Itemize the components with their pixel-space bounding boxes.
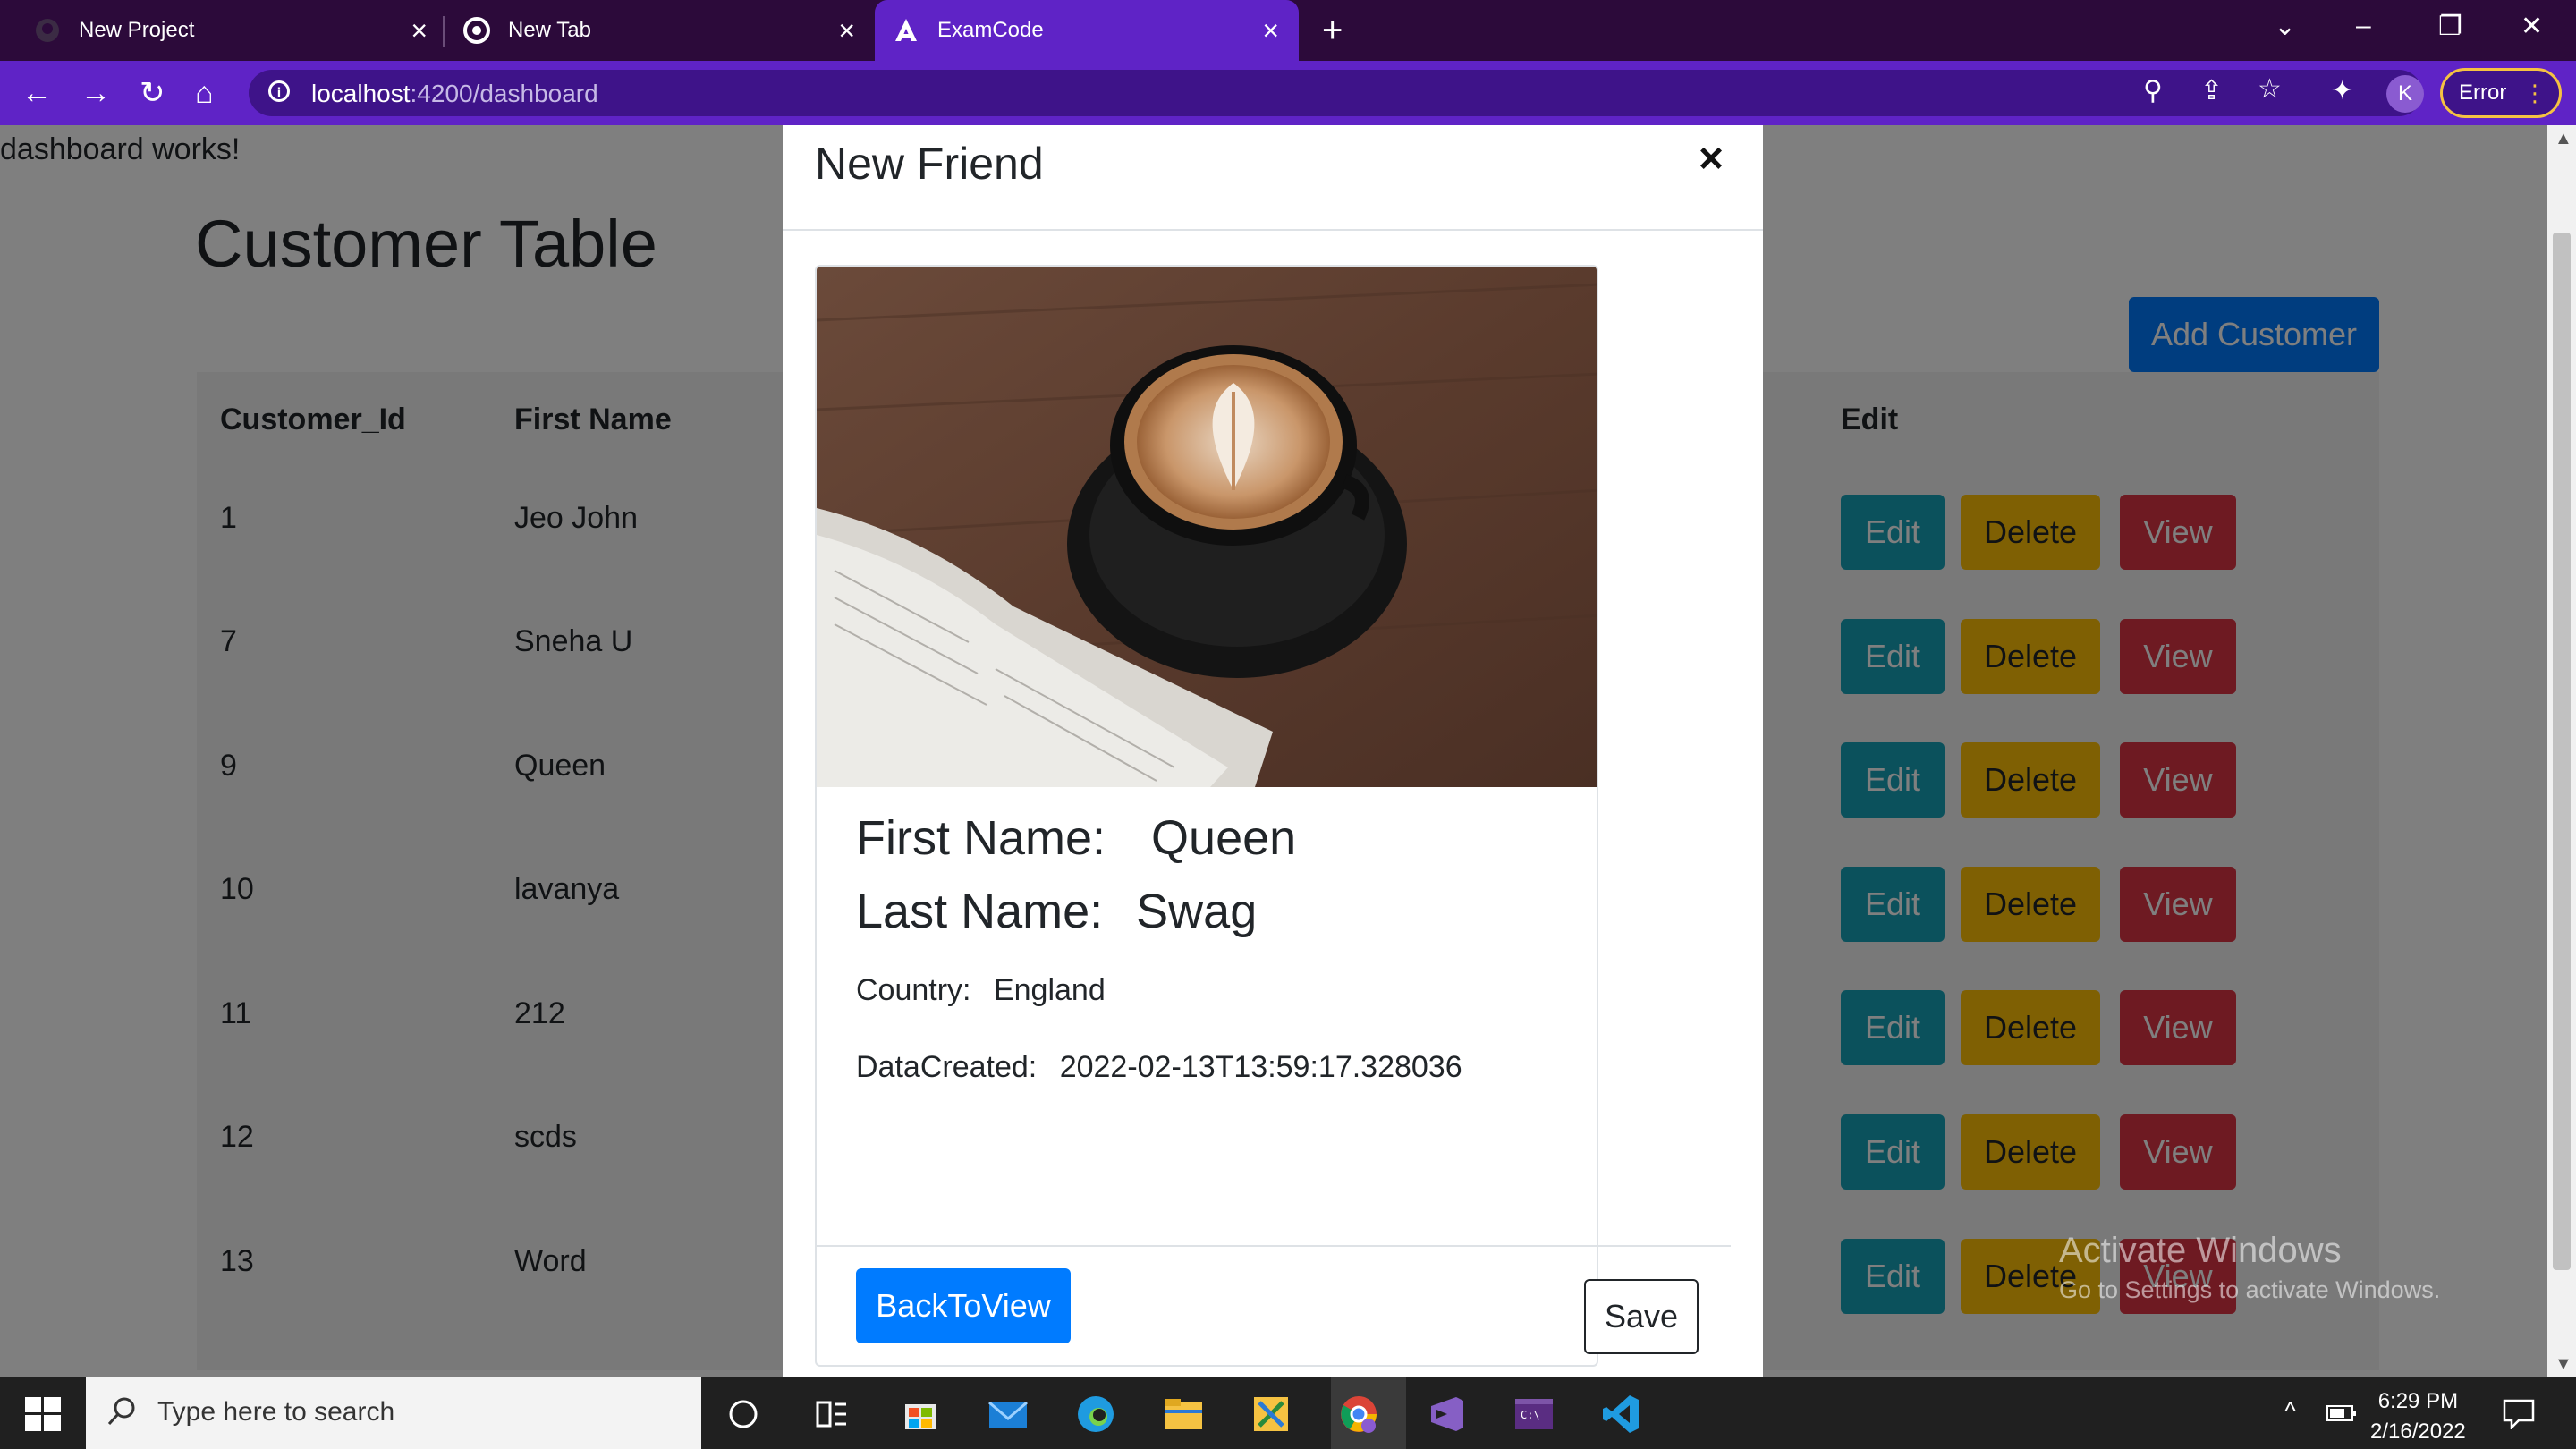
tab-label: ExamCode xyxy=(937,18,1044,42)
bookmark-star-icon[interactable]: ☆ xyxy=(2258,73,2282,105)
windows-taskbar: Type here to search C:\ ^ 6:29 PM 2/16/2… xyxy=(0,1377,2576,1449)
system-clock[interactable]: 6:29 PM 2/16/2022 xyxy=(2370,1386,2466,1447)
share-icon[interactable]: ⇪ xyxy=(2200,75,2223,106)
profile-avatar[interactable]: K xyxy=(2386,75,2424,113)
page-scrollbar[interactable]: ▲ ▼ xyxy=(2547,125,2576,1377)
clock-date: 2/16/2022 xyxy=(2370,1419,2466,1444)
clock-time: 6:29 PM xyxy=(2377,1389,2459,1413)
tab-examcode[interactable]: ExamCode × xyxy=(875,0,1299,61)
activate-windows-watermark: Activate Windows Go to Settings to activ… xyxy=(2059,1231,2440,1304)
scroll-up-icon[interactable]: ▲ xyxy=(2555,129,2572,149)
chrome-icon xyxy=(463,17,490,44)
visual-studio-icon[interactable] xyxy=(1424,1392,1469,1436)
chrome-taskbar-icon[interactable] xyxy=(1336,1392,1381,1436)
browser-toolbar: ← → ↻ ⌂ i localhost:4200/dashboard ⚲ ⇪ ☆… xyxy=(0,61,2576,125)
tab-new-tab[interactable]: New Tab × xyxy=(447,0,875,61)
zoom-icon[interactable]: ⚲ xyxy=(2143,75,2163,106)
friend-modal: New Friend × First Name: Queen Last Name… xyxy=(783,125,1763,1377)
minimize-icon[interactable]: – xyxy=(2356,11,2371,41)
url-host: localhost xyxy=(311,80,411,107)
country-line: Country: England xyxy=(856,973,1106,1008)
coffee-photo xyxy=(817,267,1597,787)
file-explorer-icon[interactable] xyxy=(1161,1392,1206,1436)
edge-icon[interactable] xyxy=(1073,1392,1118,1436)
angular-icon xyxy=(893,17,919,44)
modal-title: New Friend xyxy=(815,139,1044,189)
tab-label: New Tab xyxy=(508,18,591,42)
back-to-view-button[interactable]: BackToView xyxy=(856,1268,1071,1343)
site-info-icon[interactable]: i xyxy=(268,80,290,102)
scrollbar-thumb[interactable] xyxy=(2553,233,2571,1270)
country-label: Country: xyxy=(856,973,971,1007)
url-text: localhost:4200/dashboard xyxy=(311,80,598,108)
browser-tab-strip: New Project × New Tab × ExamCode × + ⌄ –… xyxy=(0,0,2576,61)
close-icon[interactable]: × xyxy=(1699,134,1724,183)
last-name-line: Last Name: Swag xyxy=(856,884,1257,939)
modal-header-divider xyxy=(783,229,1763,231)
tab-search-chevron-icon[interactable]: ⌄ xyxy=(2274,11,2296,42)
windows-start-icon[interactable] xyxy=(25,1397,61,1436)
last-name-value: Swag xyxy=(1136,885,1258,938)
reload-icon[interactable]: ↻ xyxy=(140,77,165,109)
forward-arrow-icon[interactable]: → xyxy=(80,77,111,109)
url-path: :4200/dashboard xyxy=(410,80,598,107)
watermark-subtitle: Go to Settings to activate Windows. xyxy=(2059,1276,2441,1303)
battery-icon[interactable] xyxy=(2326,1401,2358,1426)
new-tab-icon[interactable]: + xyxy=(1322,13,1343,48)
extensions-puzzle-icon[interactable]: ✦ xyxy=(2331,75,2353,106)
watermark-title: Activate Windows xyxy=(2059,1231,2342,1270)
snipping-tool-icon[interactable] xyxy=(1249,1392,1293,1436)
restore-icon[interactable]: ❐ xyxy=(2438,11,2462,42)
save-button[interactable]: Save xyxy=(1584,1279,1699,1354)
first-name-line: First Name: Queen xyxy=(856,810,1296,866)
first-name-label: First Name: xyxy=(856,811,1106,865)
svg-text:C:\: C:\ xyxy=(1521,1409,1540,1421)
modal-footer-divider xyxy=(815,1245,1731,1247)
error-button[interactable]: Error ⋮ xyxy=(2440,68,2562,118)
tab-new-project[interactable]: New Project × xyxy=(0,0,447,61)
address-bar[interactable]: i localhost:4200/dashboard ⚲ ⇪ ☆ xyxy=(249,70,2422,116)
friend-card: First Name: Queen Last Name: Swag Countr… xyxy=(815,265,1598,1367)
back-arrow-icon[interactable]: ← xyxy=(21,77,52,109)
mail-icon[interactable] xyxy=(986,1392,1030,1436)
date-created-label: DataCreated: xyxy=(856,1050,1038,1084)
search-placeholder: Type here to search xyxy=(157,1397,395,1427)
close-tab-icon[interactable]: × xyxy=(1262,16,1279,45)
notification-center-icon[interactable] xyxy=(2501,1397,2537,1429)
close-tab-icon[interactable]: × xyxy=(838,16,855,45)
github-icon xyxy=(34,17,61,44)
country-value: England xyxy=(993,973,1106,1007)
search-icon xyxy=(106,1395,138,1432)
date-created-line: DataCreated: 2022-02-13T13:59:17.328036 xyxy=(856,1050,1462,1085)
more-menu-icon[interactable]: ⋮ xyxy=(2523,80,2546,106)
show-hidden-icons-chevron-icon[interactable]: ^ xyxy=(2284,1397,2296,1426)
taskbar-search-box[interactable]: Type here to search xyxy=(86,1377,701,1449)
tab-divider xyxy=(443,16,445,47)
tab-label: New Project xyxy=(79,18,195,42)
cortana-icon[interactable] xyxy=(721,1392,766,1436)
date-created-value: 2022-02-13T13:59:17.328036 xyxy=(1059,1050,1462,1084)
first-name-value: Queen xyxy=(1151,811,1297,865)
error-label: Error xyxy=(2459,80,2507,105)
task-view-icon[interactable] xyxy=(809,1392,853,1436)
scroll-down-icon[interactable]: ▼ xyxy=(2555,1354,2572,1375)
close-tab-icon[interactable]: × xyxy=(411,16,428,45)
vscode-icon[interactable] xyxy=(1599,1392,1644,1436)
microsoft-store-icon[interactable] xyxy=(898,1392,943,1436)
close-window-icon[interactable]: ✕ xyxy=(2521,11,2543,42)
last-name-label: Last Name: xyxy=(856,885,1104,938)
home-icon[interactable]: ⌂ xyxy=(195,77,214,109)
terminal-icon[interactable]: C:\ xyxy=(1512,1392,1556,1436)
